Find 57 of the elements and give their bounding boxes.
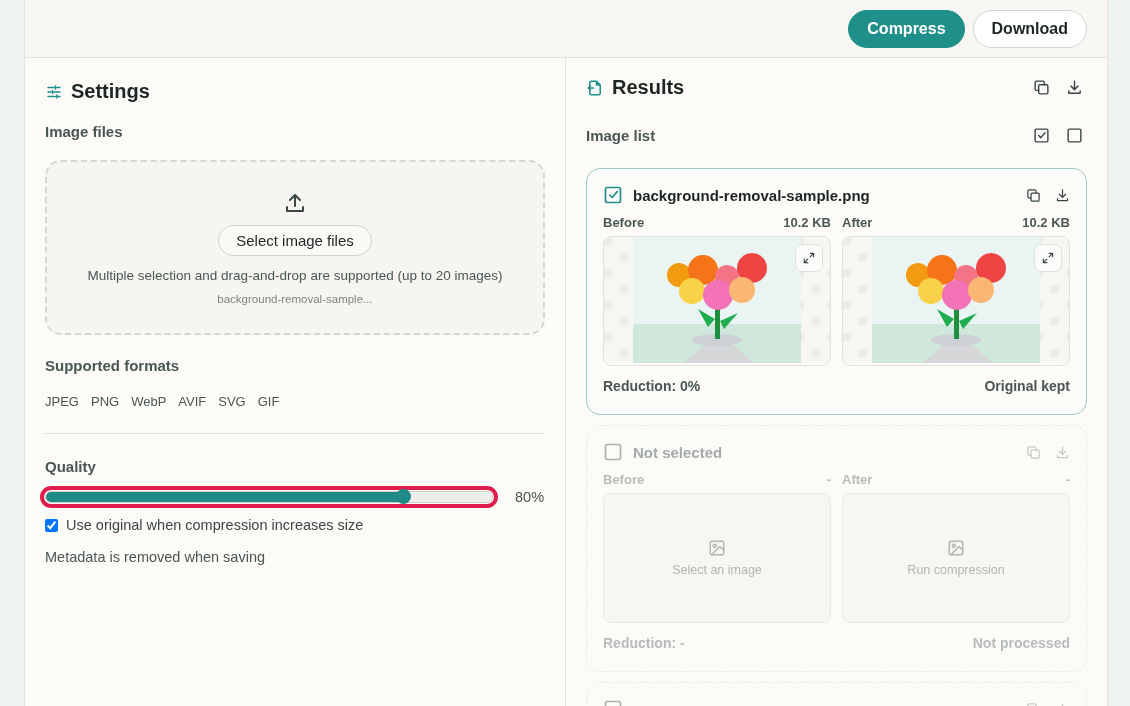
section-heading: Image list <box>586 127 656 144</box>
quality-value: 80% <box>515 489 545 505</box>
format-label: WebP <box>131 394 167 409</box>
checkbox-icon[interactable] <box>603 442 623 462</box>
expand-icon <box>802 251 816 265</box>
copy-icon <box>1026 444 1041 460</box>
checkbox[interactable] <box>45 518 58 532</box>
section-heading: Supported formats <box>45 357 181 374</box>
panel-label: After <box>842 472 873 487</box>
status-text: Not processed <box>972 635 1070 651</box>
download-icon <box>1066 79 1083 96</box>
panel-label: Before <box>603 215 645 230</box>
format-label: SVG <box>218 394 246 409</box>
image-icon <box>947 539 965 557</box>
drop-hint: Multiple selection and drag-and-drop are supported (up to 20 images) <box>87 267 503 283</box>
format-label: AVIF <box>178 394 207 409</box>
format-label: GIF <box>257 394 280 409</box>
placeholder-text: Select an image <box>672 563 762 577</box>
sliders-icon <box>45 82 63 101</box>
option-label: Use original when compression increases size <box>66 517 364 533</box>
section-heading: Quality <box>45 458 97 475</box>
panel-label: After <box>842 215 873 230</box>
card-title: Not selected <box>633 443 723 461</box>
select-files-button[interactable]: Select image files <box>218 224 372 256</box>
card-title: background-removal-sample.png <box>633 186 870 204</box>
square-icon <box>1066 127 1083 144</box>
placeholder-text: Run compression <box>907 563 1005 577</box>
file-arrow-icon <box>586 78 604 97</box>
expand-icon <box>1041 251 1055 265</box>
reduction-text: Reduction: - <box>603 635 685 651</box>
compress-button[interactable]: Compress <box>848 9 965 48</box>
format-label: JPEG <box>45 394 79 409</box>
file-size: - <box>826 472 831 487</box>
expand-button[interactable] <box>1034 244 1062 272</box>
expand-button[interactable] <box>795 244 823 272</box>
slider-thumb[interactable] <box>395 489 411 504</box>
note-text: Metadata is removed when saving <box>45 549 267 565</box>
panel-label: Before <box>603 472 645 487</box>
file-size: 10.2 KB <box>783 215 831 230</box>
results-title: Results <box>612 76 685 99</box>
check-all-icon <box>1033 127 1050 144</box>
settings-title: Settings <box>71 80 150 103</box>
download-button[interactable]: Download <box>972 9 1087 48</box>
download-icon <box>1055 444 1070 460</box>
drop-zone[interactable]: Select image files Multiple selection and drag-and-drop are supported (up to 20 images) background-removal-sample... <box>45 160 545 335</box>
image-icon <box>708 539 726 557</box>
section-heading: Image files <box>45 123 124 140</box>
file-name: background-removal-sample... <box>217 292 373 305</box>
reduction-text: Reduction: 0% <box>603 378 701 394</box>
status-text: Original kept <box>984 378 1070 394</box>
file-size: 10.2 KB <box>1022 215 1070 230</box>
download-icon <box>1055 187 1070 203</box>
copy-icon <box>1033 79 1050 96</box>
format-label: PNG <box>90 394 120 409</box>
checked-box-icon[interactable] <box>603 185 623 205</box>
copy-icon <box>1026 187 1041 203</box>
file-size: - <box>1065 472 1070 487</box>
